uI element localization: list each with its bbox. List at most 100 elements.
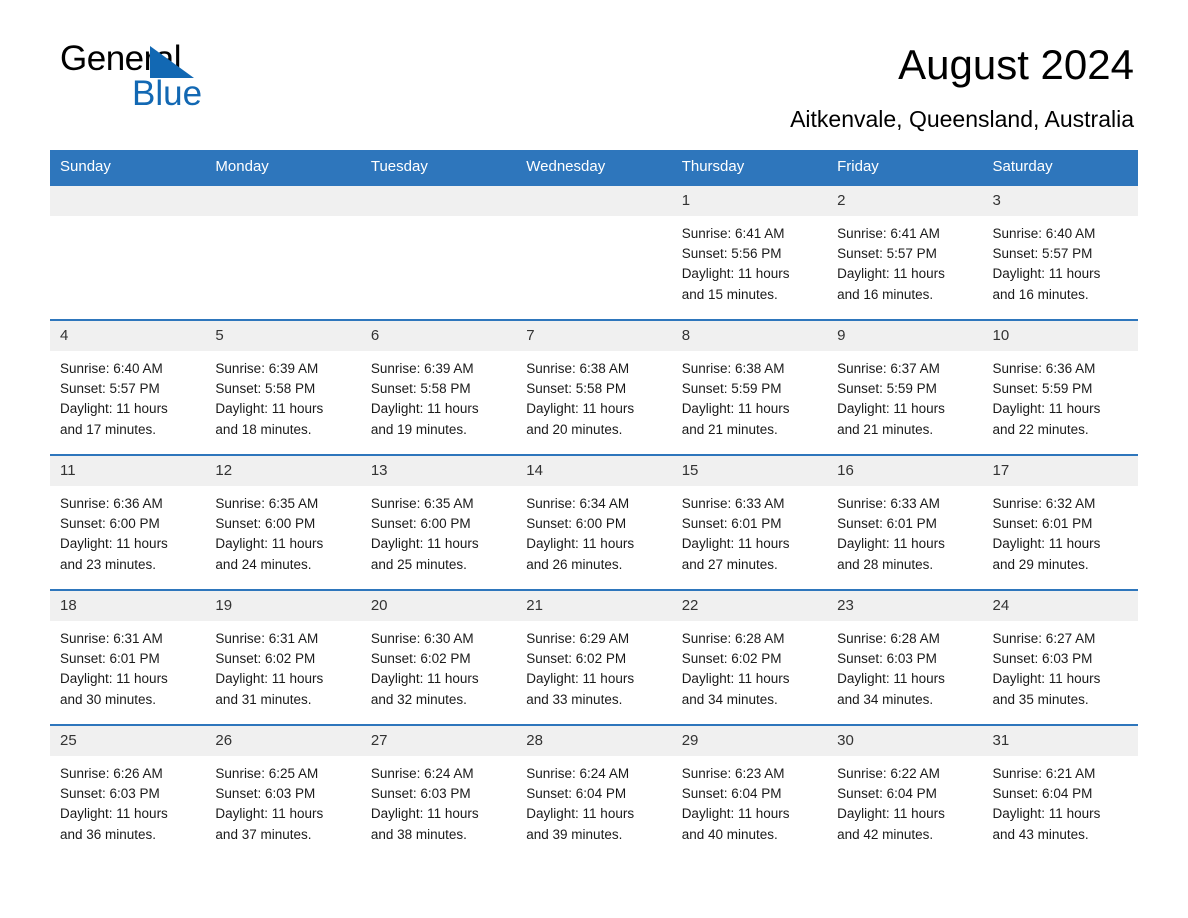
calendar-day-cell[interactable]: 16 Sunrise: 6:33 AM Sunset: 6:01 PM Dayligh… [827,454,983,590]
calendar-page: General Blue August 2024 Aitkenvale, Que… [0,0,1188,918]
calendar-day-cell[interactable]: 12 Sunrise: 6:35 AM Sunset: 6:00 PM Dayligh… [205,454,361,590]
calendar-day-cell[interactable]: 7 Sunrise: 6:38 AM Sunset: 5:58 PM Daylight… [516,319,672,455]
day-number: 17 [982,456,1138,486]
calendar-day-cell[interactable]: 3 Sunrise: 6:40 AM Sunset: 5:57 PM Daylight… [982,184,1138,320]
day-details: Sunrise: 6:35 AM Sunset: 6:00 PM Daylight:… [205,486,360,575]
calendar-day-cell[interactable]: 25 Sunrise: 6:26 AM Sunset: 6:03 PM Dayligh… [50,724,206,860]
day-sunrise-text: Sunrise: 6:22 AM [837,766,940,781]
day-daylight-line-text: Daylight: 11 hours [837,806,945,822]
day-details: Sunrise: 6:29 AM Sunset: 6:02 PM Daylight:… [516,621,671,710]
day-sunset-text: Sunset: 6:02 PM [370,651,471,667]
calendar-day-cell[interactable]: 18 Sunrise: 6:31 AM Sunset: 6:01 PM Dayligh… [50,589,206,725]
day-sunset-text: Sunset: 6:03 PM [215,786,316,802]
calendar-day-cell[interactable]: 4 Sunrise: 6:40 AM Sunset: 5:57 PM Daylight… [50,319,206,455]
day-daylight-line-text: Daylight: 11 hours [681,401,790,417]
day-sunset-text: Sunset: 5:56 PM [681,246,782,262]
day-sunrise-text: Sunrise: 6:21 AM [992,766,1096,781]
day-details [205,216,360,224]
day-number [205,186,361,216]
calendar-day-cell[interactable]: 13 Sunrise: 6:35 AM Sunset: 6:00 PM Dayligh… [360,454,517,590]
day-daylight-line-text: Daylight: 11 hours [837,266,945,282]
calendar-day-cell[interactable]: 31 Sunrise: 6:21 AM Sunset: 6:04 PM Dayligh… [982,724,1138,860]
calendar-day-cell[interactable]: 19 Sunrise: 6:31 AM Sunset: 6:02 PM Dayligh… [205,589,361,725]
calendar-week-row: 11 Sunrise: 6:36 AM Sunset: 6:00 PM Dayligh… [50,454,1138,590]
calendar-day-cell[interactable]: 11 Sunrise: 6:36 AM Sunset: 6:00 PM Dayligh… [50,454,206,590]
day-sunset-text: Sunset: 6:03 PM [837,651,937,667]
calendar-day-cell[interactable]: 8 Sunrise: 6:38 AM Sunset: 5:59 PM Daylight… [671,319,828,455]
day-daylight-line-text: and 37 minutes. [215,826,312,842]
calendar-day-cell[interactable]: 20 Sunrise: 6:30 AM Sunset: 6:02 PM Dayligh… [360,589,517,725]
day-sunset-text: Sunset: 6:04 PM [681,786,782,802]
calendar-day-cell[interactable]: 28 Sunrise: 6:24 AM Sunset: 6:04 PM Dayligh… [516,724,672,860]
title-block: August 2024 Aitkenvale, Queensland, Aust… [790,40,1138,136]
calendar-day-cell[interactable]: 15 Sunrise: 6:33 AM Sunset: 6:01 PM Dayligh… [671,454,828,590]
day-daylight-line-text: and 16 minutes. [992,286,1089,302]
day-number: 12 [205,456,361,486]
day-number: 19 [205,591,361,621]
day-daylight-line-text: Daylight: 11 hours [837,401,945,417]
day-sunrise-text: Sunrise: 6:25 AM [215,766,319,781]
day-daylight-line-text: and 30 minutes. [60,691,157,707]
brand-logo[interactable]: General Blue [50,40,250,118]
day-number: 11 [50,456,206,486]
day-daylight-line-text: and 33 minutes. [526,691,623,707]
day-details: Sunrise: 6:33 AM Sunset: 6:01 PM Daylight:… [827,486,982,575]
day-sunrise-text: Sunrise: 6:40 AM [60,361,163,376]
calendar-day-cell[interactable]: 10 Sunrise: 6:36 AM Sunset: 5:59 PM Dayligh… [982,319,1138,455]
day-sunset-text: Sunset: 5:59 PM [992,381,1093,397]
calendar-day-cell[interactable]: 14 Sunrise: 6:34 AM Sunset: 6:00 PM Dayligh… [516,454,672,590]
calendar-day-cell[interactable]: 23 Sunrise: 6:28 AM Sunset: 6:03 PM Dayligh… [827,589,983,725]
day-daylight-line-text: Daylight: 11 hours [370,671,479,687]
day-details: Sunrise: 6:27 AM Sunset: 6:03 PM Daylight:… [983,621,1138,710]
day-number [50,186,206,216]
day-sunrise-text: Sunrise: 6:28 AM [681,631,785,646]
page-title: August 2024 [898,41,1134,88]
weekday-header-row: Sunday Monday Tuesday Wednesday Thursday… [50,150,1138,185]
day-daylight-line-text: and 24 minutes. [215,556,312,572]
day-number: 14 [516,456,672,486]
day-sunrise-text: Sunrise: 6:31 AM [215,631,319,646]
day-daylight-line-text: Daylight: 11 hours [60,671,168,687]
day-details: Sunrise: 6:41 AM Sunset: 5:56 PM Daylight:… [672,216,827,305]
page-subtitle: Aitkenvale, Queensland, Australia [790,106,1134,132]
day-sunrise-text: Sunrise: 6:37 AM [837,361,940,376]
calendar-day-cell[interactable]: 6 Sunrise: 6:39 AM Sunset: 5:58 PM Daylight… [360,319,517,455]
calendar-day-cell[interactable]: 9 Sunrise: 6:37 AM Sunset: 5:59 PM Daylight… [827,319,983,455]
day-details: Sunrise: 6:21 AM Sunset: 6:04 PM Daylight:… [983,756,1138,845]
day-sunrise-text: Sunrise: 6:35 AM [370,496,474,511]
day-daylight-line-text: Daylight: 11 hours [370,401,479,417]
day-daylight-line-text: and 19 minutes. [370,421,467,437]
calendar-day-cell[interactable]: 27 Sunrise: 6:24 AM Sunset: 6:03 PM Dayligh… [360,724,517,860]
day-sunrise-text: Sunrise: 6:41 AM [837,226,940,241]
day-daylight-line-text: and 42 minutes. [837,826,934,842]
day-number: 8 [671,321,828,351]
day-details: Sunrise: 6:39 AM Sunset: 5:58 PM Daylight:… [205,351,360,440]
day-sunset-text: Sunset: 6:02 PM [681,651,782,667]
weekday-header-monday: Monday [205,150,361,185]
day-daylight-line-text: Daylight: 11 hours [526,806,635,822]
calendar-table: Sunday Monday Tuesday Wednesday Thursday… [50,150,1138,860]
day-details: Sunrise: 6:38 AM Sunset: 5:59 PM Daylight:… [672,351,827,440]
day-daylight-line-text: and 36 minutes. [60,826,157,842]
day-sunset-text: Sunset: 6:03 PM [60,786,160,802]
day-sunset-text: Sunset: 6:00 PM [60,516,160,532]
day-daylight-line-text: Daylight: 11 hours [526,671,635,687]
day-daylight-line-text: and 38 minutes. [370,826,467,842]
calendar-day-cell[interactable]: 2 Sunrise: 6:41 AM Sunset: 5:57 PM Daylight… [827,184,983,320]
calendar-day-cell[interactable]: 5 Sunrise: 6:39 AM Sunset: 5:58 PM Daylight… [205,319,361,455]
calendar-day-cell[interactable]: 21 Sunrise: 6:29 AM Sunset: 6:02 PM Dayligh… [516,589,672,725]
day-sunrise-text: Sunrise: 6:32 AM [992,496,1096,511]
weekday-header-wednesday: Wednesday [516,150,672,185]
calendar-day-cell[interactable]: 24 Sunrise: 6:27 AM Sunset: 6:03 PM Dayligh… [982,589,1138,725]
calendar-day-cell[interactable]: 1 Sunrise: 6:41 AM Sunset: 5:56 PM Daylight… [671,184,828,320]
calendar-day-cell[interactable]: 17 Sunrise: 6:32 AM Sunset: 6:01 PM Dayligh… [982,454,1138,590]
day-sunset-text: Sunset: 6:01 PM [681,516,782,532]
calendar-day-cell[interactable]: 30 Sunrise: 6:22 AM Sunset: 6:04 PM Dayligh… [827,724,983,860]
day-details [361,216,516,224]
calendar-day-cell[interactable]: 29 Sunrise: 6:23 AM Sunset: 6:04 PM Dayligh… [671,724,828,860]
calendar-day-cell[interactable]: 26 Sunrise: 6:25 AM Sunset: 6:03 PM Dayligh… [205,724,361,860]
day-details: Sunrise: 6:31 AM Sunset: 6:01 PM Daylight:… [50,621,205,710]
calendar-day-cell[interactable]: 22 Sunrise: 6:28 AM Sunset: 6:02 PM Dayligh… [671,589,828,725]
day-details: Sunrise: 6:37 AM Sunset: 5:59 PM Daylight:… [827,351,982,440]
day-sunrise-text: Sunrise: 6:39 AM [370,361,474,376]
